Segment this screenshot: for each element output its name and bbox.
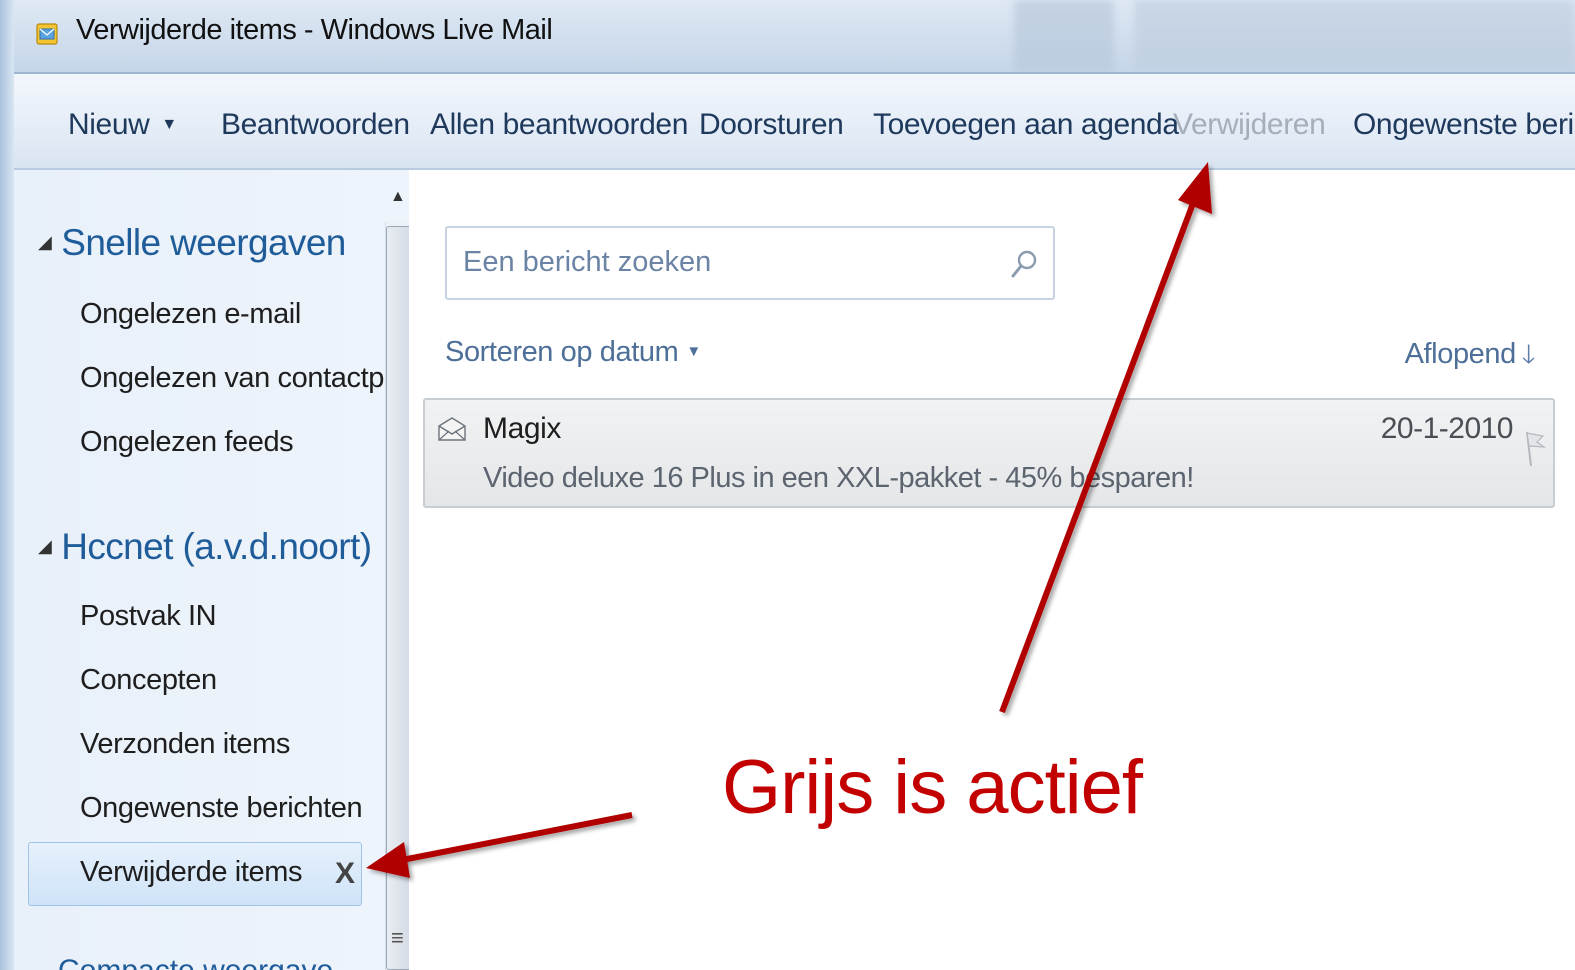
section-quick-views[interactable]: ◢ Snelle weergaven bbox=[38, 222, 346, 264]
new-button-label: Nieuw bbox=[68, 108, 150, 141]
delete-button[interactable]: Verwijderen bbox=[1173, 108, 1326, 142]
reply-button[interactable]: Beantwoorden bbox=[221, 108, 410, 142]
flag-icon[interactable] bbox=[1521, 428, 1547, 468]
folder-deleted-items[interactable]: Verwijderde items X bbox=[28, 842, 362, 906]
message-sender: Magix bbox=[483, 412, 562, 445]
folder-unread-from-contacts[interactable]: Ongelezen van contactp... bbox=[80, 362, 407, 395]
collapse-triangle-icon[interactable]: ◢ bbox=[38, 536, 52, 556]
message-subject: Video deluxe 16 Plus in een XXL-pakket -… bbox=[483, 462, 1194, 494]
window-title: Verwijderde items - Windows Live Mail bbox=[76, 14, 553, 46]
folder-junk[interactable]: Ongewenste berichten bbox=[80, 792, 363, 825]
command-bar: Nieuw ▼ Beantwoorden Allen beantwoorden D… bbox=[14, 72, 1575, 170]
folder-sent-items[interactable]: Verzonden items bbox=[80, 728, 290, 761]
add-to-calendar-button[interactable]: Toevoegen aan agenda bbox=[873, 108, 1179, 142]
chevron-down-icon: ▼ bbox=[686, 343, 701, 360]
message-row[interactable]: Magix Video deluxe 16 Plus in een XXL-pa… bbox=[423, 398, 1555, 508]
blurred-background bbox=[1014, 0, 1114, 72]
scroll-up-arrow-icon[interactable]: ▲ bbox=[390, 188, 406, 206]
message-date: 20-1-2010 bbox=[1380, 412, 1514, 445]
folder-pane: ◢ Snelle weergaven Ongelezen e-mail Ongel… bbox=[14, 170, 415, 970]
folder-drafts[interactable]: Concepten bbox=[80, 664, 217, 697]
folder-deleted-items-label: Verwijderde items bbox=[80, 856, 303, 888]
message-list-pane: Sorteren op datum ▼ Aflopend🡓 Magix Video… bbox=[409, 170, 1575, 970]
sort-order-toggle[interactable]: Aflopend 🡓 bbox=[1404, 336, 1536, 380]
section-quick-views-title: Snelle weergaven bbox=[61, 222, 346, 263]
search-box[interactable] bbox=[445, 226, 1055, 300]
arrow-down-icon: 🡓 bbox=[1521, 339, 1536, 369]
envelope-icon bbox=[438, 417, 466, 441]
sort-dropdown[interactable]: Sorteren op datum ▼ bbox=[445, 336, 701, 369]
chevron-down-icon[interactable]: ▼ bbox=[161, 116, 177, 133]
folder-inbox[interactable]: Postvak IN bbox=[80, 600, 217, 633]
window-frame bbox=[0, 0, 14, 970]
new-button[interactable]: Nieuw ▼ bbox=[68, 108, 177, 142]
junk-button[interactable]: Ongewenste bericht bbox=[1353, 108, 1575, 142]
folder-unread-email[interactable]: Ongelezen e-mail bbox=[80, 298, 301, 331]
empty-folder-close-icon[interactable]: X bbox=[335, 857, 355, 891]
sort-label: Sorteren op datum bbox=[445, 336, 679, 368]
scrollbar-grip-icon: ≡ bbox=[391, 925, 404, 950]
section-account[interactable]: ◢ Hccnet (a.v.d.noort) bbox=[38, 526, 372, 568]
search-icon[interactable] bbox=[1009, 248, 1039, 282]
folder-unread-feeds[interactable]: Ongelezen feeds bbox=[80, 426, 294, 459]
forward-button[interactable]: Doorsturen bbox=[699, 108, 844, 142]
title-bar: Verwijderde items - Windows Live Mail bbox=[14, 0, 1575, 72]
annotation-text: Grijs is actief bbox=[722, 745, 1143, 830]
blurred-background bbox=[1134, 0, 1575, 72]
section-account-title: Hccnet (a.v.d.noort) bbox=[61, 526, 372, 567]
section-partial[interactable]: Compacte weergave bbox=[58, 954, 333, 970]
collapse-triangle-icon[interactable]: ◢ bbox=[38, 232, 52, 252]
sort-order-label: Aflopend bbox=[1404, 338, 1517, 370]
windows-live-mail-icon bbox=[36, 23, 58, 45]
search-input[interactable] bbox=[463, 246, 983, 279]
reply-all-button[interactable]: Allen beantwoorden bbox=[430, 108, 688, 142]
